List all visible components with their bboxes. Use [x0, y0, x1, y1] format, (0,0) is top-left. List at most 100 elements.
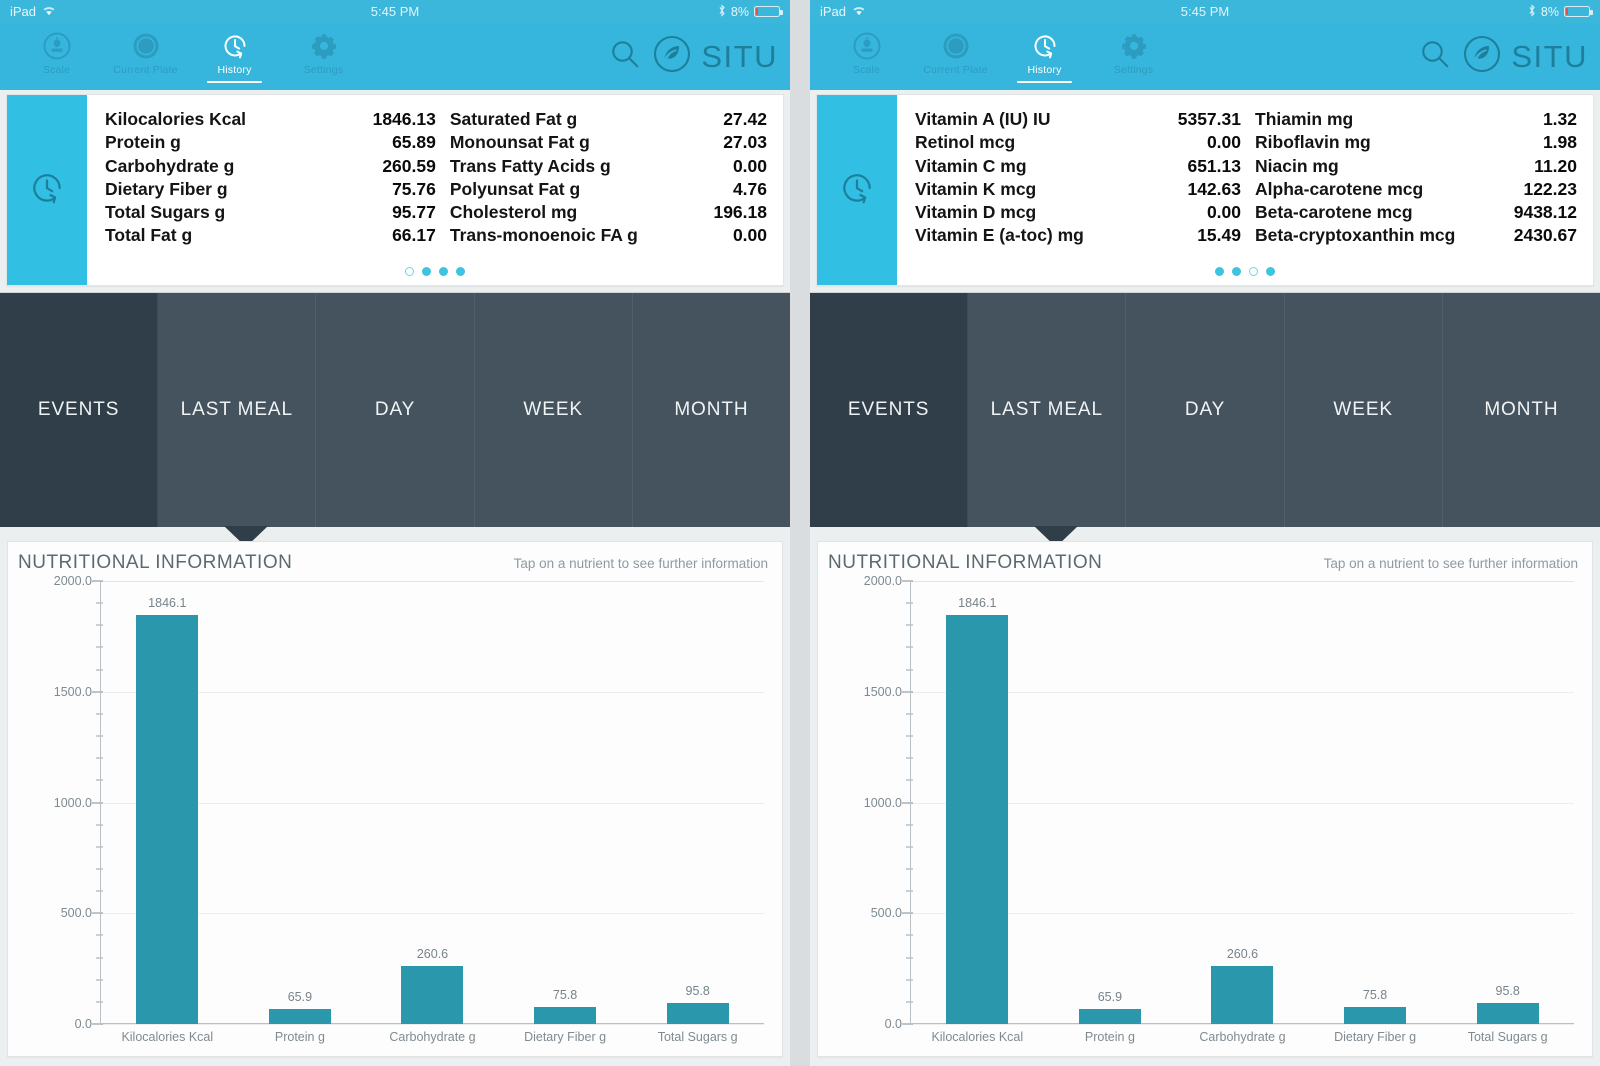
- tab-day[interactable]: DAY: [1126, 293, 1285, 527]
- tab-week[interactable]: WEEK: [1285, 293, 1443, 527]
- nutrient-name[interactable]: Vitamin E (a-toc) mg: [915, 224, 1178, 247]
- bar[interactable]: [1476, 1002, 1539, 1024]
- brand-area: SITU: [1418, 23, 1588, 79]
- nav-item-label: Settings: [1113, 64, 1154, 76]
- nutrient-name[interactable]: Thiamin mg: [1251, 108, 1514, 131]
- nutrient-name[interactable]: Kilocalories Kcal: [105, 108, 373, 131]
- page-dot[interactable]: [1266, 267, 1275, 276]
- nutrient-name[interactable]: Saturated Fat g: [446, 108, 714, 131]
- nav-item-current-plate[interactable]: Current Plate: [101, 23, 190, 90]
- tab-events[interactable]: EVENTS: [0, 293, 159, 527]
- nutrient-name[interactable]: Vitamin D mcg: [915, 201, 1178, 224]
- search-icon[interactable]: [1418, 37, 1452, 76]
- history-clock-icon: [220, 29, 250, 63]
- nutrient-name[interactable]: Beta-carotene mcg: [1251, 201, 1514, 224]
- card-history-badge: [817, 95, 897, 285]
- tab-last-meal[interactable]: LAST MEAL: [968, 293, 1127, 527]
- y-tick-label: 500.0: [60, 906, 92, 921]
- nutrient-name[interactable]: Protein g: [105, 131, 373, 154]
- bar-slot: 65.9: [1044, 581, 1177, 1024]
- nutrient-value: 1846.13: [372, 109, 436, 129]
- chart-zone: NUTRITIONAL INFORMATION Tap on a nutrien…: [810, 526, 1600, 1066]
- bar-value-label: 65.9: [287, 990, 313, 1005]
- nav-item-label: Current Plate: [113, 64, 178, 76]
- tab-month[interactable]: MONTH: [1443, 293, 1600, 527]
- nutrient-name[interactable]: Vitamin A (IU) IU: [915, 108, 1178, 131]
- bar[interactable]: [1344, 1007, 1407, 1024]
- nav-item-scale[interactable]: Scale: [822, 23, 911, 90]
- nutrient-name[interactable]: Carbohydrate g: [105, 155, 373, 178]
- nutrient-name[interactable]: Vitamin C mg: [915, 155, 1178, 178]
- x-tick-label: Protein g: [1084, 1030, 1135, 1044]
- bar[interactable]: [401, 966, 464, 1024]
- nutrient-name[interactable]: Polyunsat Fat g: [446, 178, 714, 201]
- tab-week[interactable]: WEEK: [475, 293, 633, 527]
- nutrient-name[interactable]: Alpha-carotene mcg: [1251, 178, 1514, 201]
- situ-leaf-logo-icon: [1462, 34, 1502, 79]
- page-dot[interactable]: [439, 267, 448, 276]
- nutrient-name[interactable]: Retinol mcg: [915, 131, 1178, 154]
- tab-events[interactable]: EVENTS: [810, 293, 969, 527]
- nav-item-settings[interactable]: Settings: [1089, 23, 1178, 90]
- bar[interactable]: [666, 1002, 729, 1024]
- tab-day[interactable]: DAY: [316, 293, 475, 527]
- nutrient-name[interactable]: Trans-monoenoic FA g: [446, 224, 714, 247]
- nav-item-history[interactable]: History: [190, 23, 279, 90]
- y-tick-label: 0.0: [884, 1017, 902, 1031]
- nutrient-name[interactable]: Monounsat Fat g: [446, 131, 714, 154]
- nutrient-value: 15.49: [1197, 225, 1241, 246]
- nutrient-value: 4.76: [732, 178, 767, 199]
- scale-icon: [42, 29, 72, 63]
- x-tick-label: Total Sugars g: [657, 1030, 738, 1044]
- nav-item-history[interactable]: History: [1000, 23, 1089, 90]
- card-page-dots[interactable]: [897, 267, 1593, 276]
- bar-value-label: 95.8: [1495, 983, 1520, 998]
- nutrient-value: 66.17: [392, 225, 436, 246]
- x-tick-label: Total Sugars g: [1467, 1030, 1548, 1044]
- nav-item-scale[interactable]: Scale: [12, 23, 101, 90]
- nutrient-name[interactable]: Trans Fatty Acids g: [446, 155, 714, 178]
- bar[interactable]: [136, 615, 199, 1024]
- nutrient-name[interactable]: Dietary Fiber g: [105, 178, 373, 201]
- page-title: NUTRITIONAL INFORMATION: [18, 552, 293, 573]
- tab-last-meal[interactable]: LAST MEAL: [158, 293, 317, 527]
- page-dot[interactable]: [1232, 267, 1241, 276]
- nutrient-name[interactable]: Vitamin K mcg: [915, 178, 1178, 201]
- search-icon[interactable]: [608, 37, 642, 76]
- page-dot[interactable]: [456, 267, 465, 276]
- page-dot[interactable]: [1249, 267, 1258, 276]
- bar[interactable]: [268, 1009, 331, 1024]
- nutrition-summary-card: Kilocalories Kcal 1846.13 Saturated Fat …: [6, 94, 784, 286]
- nutrient-name[interactable]: Total Fat g: [105, 224, 373, 247]
- nav-item-settings[interactable]: Settings: [279, 23, 368, 90]
- page-dot[interactable]: [405, 267, 414, 276]
- situ-logo[interactable]: SITU: [1462, 34, 1588, 79]
- period-tab-bar: EVENTS LAST MEAL DAY WEEK MONTH: [0, 292, 790, 527]
- bar[interactable]: [534, 1007, 597, 1024]
- screen-left: iPad 5:45 PM 8% Scale Current Plate Hist…: [0, 0, 790, 1066]
- tab-month[interactable]: MONTH: [633, 293, 790, 527]
- bar[interactable]: [1211, 966, 1274, 1024]
- situ-logo[interactable]: SITU: [652, 34, 778, 79]
- nutrition-card-body: Kilocalories Kcal 1846.13 Saturated Fat …: [87, 95, 783, 285]
- status-bar-time: 5:45 PM: [370, 4, 420, 19]
- gear-icon: [309, 29, 339, 63]
- y-tick-label: 1500.0: [53, 684, 92, 699]
- bar[interactable]: [1078, 1009, 1141, 1024]
- bar[interactable]: [946, 615, 1009, 1024]
- page-dot[interactable]: [1215, 267, 1224, 276]
- nutrient-name[interactable]: Total Sugars g: [105, 201, 373, 224]
- x-tick-label: Dietary Fiber g: [524, 1030, 607, 1044]
- status-bar-left: iPad: [820, 4, 866, 19]
- page-dot[interactable]: [422, 267, 431, 276]
- card-page-dots[interactable]: [87, 267, 783, 276]
- nav-item-current-plate[interactable]: Current Plate: [911, 23, 1000, 90]
- y-axis: 0.0 500.0 1000.0 1500.0 2000.0: [18, 574, 103, 1031]
- y-tick-label: 2000.0: [53, 574, 92, 588]
- chart-hint-text: Tap on a nutrient to see further informa…: [513, 556, 768, 571]
- device-name-label: iPad: [820, 4, 847, 19]
- nutrient-name[interactable]: Niacin mg: [1251, 155, 1514, 178]
- nutrient-name[interactable]: Cholesterol mg: [446, 201, 714, 224]
- nutrient-name[interactable]: Riboflavin mg: [1251, 131, 1514, 154]
- nutrient-name[interactable]: Beta-cryptoxanthin mcg: [1251, 224, 1514, 247]
